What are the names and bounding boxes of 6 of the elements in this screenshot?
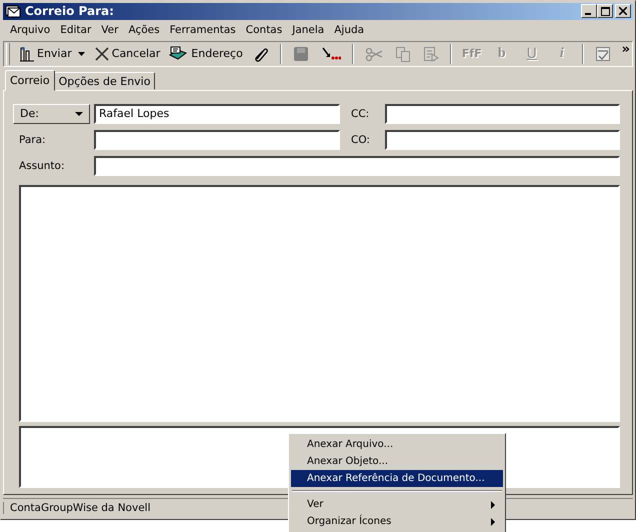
field-label: Para: [18, 134, 47, 146]
window-title: Correio Para: [25, 4, 114, 18]
field-label: CC: [350, 108, 370, 120]
field-label: Assunto: [18, 160, 66, 172]
status-bar-text: ContaGroupWise da Novell [3, 502, 150, 514]
field-label: CO: [350, 134, 371, 146]
